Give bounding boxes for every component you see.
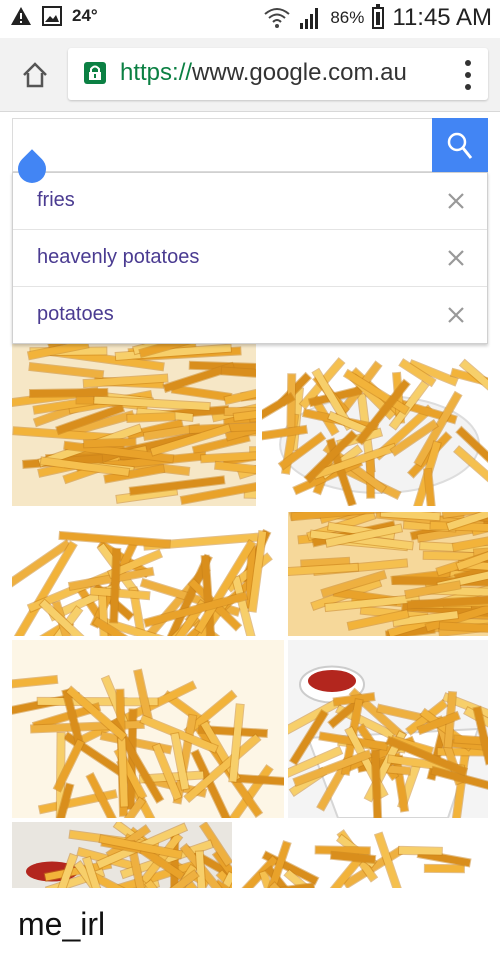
- image-result-fries-on-plate[interactable]: [262, 344, 488, 506]
- suggestion-label: fries: [37, 189, 75, 211]
- search-icon: [447, 132, 473, 159]
- home-button[interactable]: [20, 60, 50, 90]
- fries-photo: [12, 344, 256, 506]
- wifi-icon: [264, 8, 290, 28]
- caption: me_irl: [18, 906, 106, 942]
- fries-photo: [241, 829, 472, 888]
- battery-percent: 86%: [330, 8, 365, 27]
- url-host: www.google.com.au: [192, 59, 407, 86]
- search-input[interactable]: [12, 118, 488, 174]
- suggestion-item[interactable]: fries: [13, 173, 487, 230]
- remove-suggestion-icon[interactable]: [447, 306, 465, 324]
- fries-photo: [262, 357, 488, 506]
- warning-icon: [11, 7, 31, 25]
- fries-photo: [12, 668, 284, 818]
- image-result-fries-close-up[interactable]: [12, 640, 284, 818]
- fries-photo: [288, 665, 488, 818]
- url-scheme: https://: [120, 59, 193, 86]
- image-result-fries-with-ketchup[interactable]: [12, 822, 232, 888]
- suggestion-label: potatoes: [37, 303, 114, 325]
- lock-icon: [84, 62, 106, 84]
- image-notification-icon: [42, 6, 62, 26]
- overflow-menu-icon[interactable]: [464, 60, 472, 90]
- clock: 11:45 AM: [392, 4, 492, 31]
- remove-suggestion-icon[interactable]: [447, 249, 465, 267]
- temperature: 24°: [72, 6, 98, 25]
- remove-suggestion-icon[interactable]: [447, 192, 465, 210]
- status-bar: 24° 86% 11:45 AM: [0, 0, 500, 38]
- suggestion-list: fries heavenly potatoes potatoes: [12, 172, 488, 344]
- search-button[interactable]: [432, 118, 488, 174]
- suggestion-item[interactable]: potatoes: [13, 287, 487, 344]
- image-result-fries-with-ketchup[interactable]: [288, 640, 488, 818]
- image-result-fries-close-up[interactable]: [288, 512, 488, 636]
- image-result-fries-scattered[interactable]: [238, 822, 488, 888]
- suggestion-item[interactable]: heavenly potatoes: [13, 230, 487, 287]
- fries-photo: [26, 822, 232, 888]
- image-result-fries-pile[interactable]: [12, 344, 256, 506]
- battery-icon: [372, 4, 385, 29]
- suggestion-label: heavenly potatoes: [37, 246, 200, 268]
- fries-photo: [12, 528, 273, 636]
- url-text: https://www.google.com.au: [120, 59, 407, 87]
- signal-icon: [300, 8, 319, 29]
- fries-photo: [288, 512, 488, 636]
- image-results-grid: [12, 344, 488, 888]
- address-bar[interactable]: https://www.google.com.au: [68, 48, 488, 100]
- image-result-fries-pile[interactable]: [12, 512, 284, 636]
- browser-toolbar: https://www.google.com.au: [0, 38, 500, 112]
- home-icon: [23, 62, 47, 88]
